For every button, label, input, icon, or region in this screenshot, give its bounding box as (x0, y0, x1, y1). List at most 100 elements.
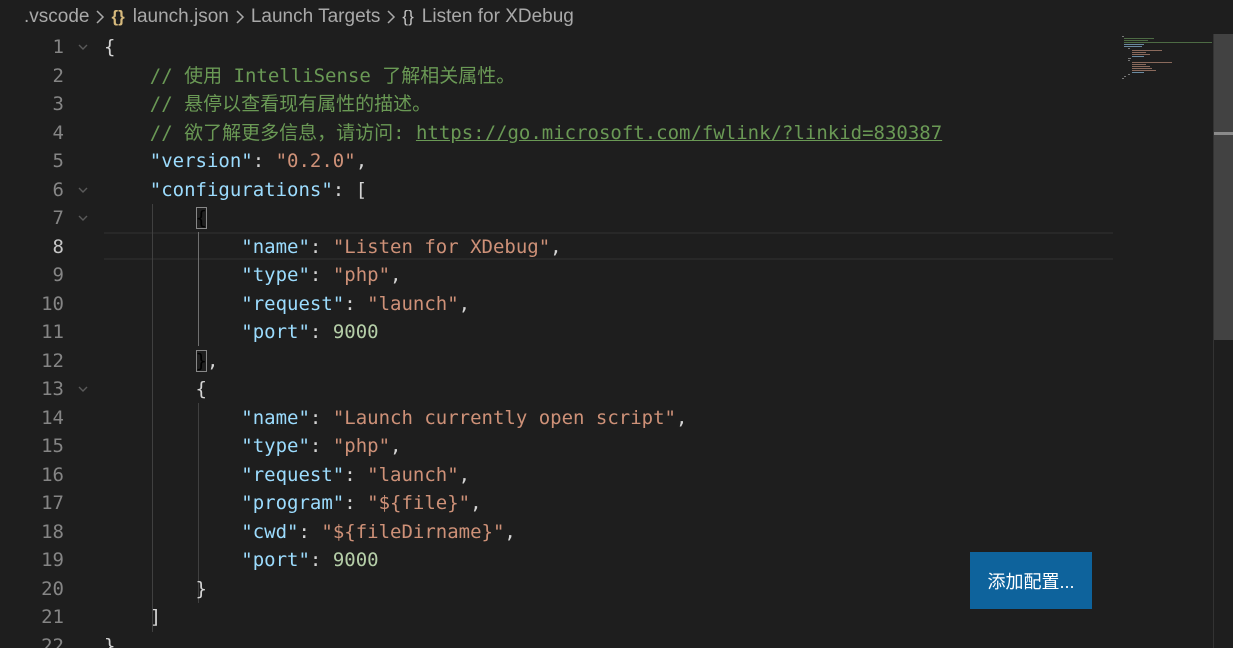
scrollbar-cursor-marker (1214, 132, 1233, 135)
code-text: }, (104, 347, 218, 376)
code-token: "0.2.0" (275, 150, 356, 172)
code-line[interactable]: 6 "configurations": [ (0, 176, 1113, 205)
code-line[interactable]: 4 // 欲了解更多信息，请访问: https://go.microsoft.c… (0, 119, 1113, 148)
code-line[interactable]: 17 "program": "${file}", (0, 489, 1113, 518)
breadcrumb-folder-label: .vscode (24, 6, 90, 27)
chevron-down-icon[interactable] (78, 42, 88, 52)
code-line[interactable]: 9 "type": "php", (0, 261, 1113, 290)
code-token: , (470, 492, 482, 514)
line-number: 18 (41, 520, 64, 543)
chevron-right-icon (386, 10, 396, 24)
code-token: : (309, 235, 333, 258)
code-line[interactable]: 19 "port": 9000 (0, 546, 1113, 575)
code-line[interactable]: 21 ] (0, 603, 1113, 632)
code-token: , (355, 150, 368, 172)
line-number: 17 (41, 492, 64, 514)
line-number: 7 (52, 207, 64, 229)
code-text: // 欲了解更多信息，请访问: https://go.microsoft.com… (104, 119, 942, 148)
code-text: } (104, 575, 207, 604)
code-line[interactable]: 1{ (0, 34, 1113, 62)
code-token: : (252, 150, 276, 172)
code-token: "Listen for XDebug" (332, 235, 551, 258)
chevron-down-icon[interactable] (78, 185, 88, 195)
line-number: 10 (41, 292, 64, 315)
breadcrumb-symbol-current[interactable]: {} Listen for XDebug (402, 6, 573, 28)
line-number: 11 (41, 321, 64, 343)
code-text: { (104, 204, 207, 233)
code-token: , (390, 264, 402, 286)
code-token: "launch" (367, 463, 459, 486)
code-line[interactable]: 14 "name": "Launch currently open script… (0, 404, 1113, 433)
line-number: 15 (41, 435, 64, 457)
add-configuration-button[interactable]: 添加配置... (970, 552, 1092, 609)
code-line[interactable]: 7 { (0, 204, 1113, 233)
code-token: , (458, 463, 471, 486)
code-text: "type": "php", (104, 432, 401, 461)
breadcrumb-folder[interactable]: .vscode (24, 6, 89, 28)
code-token: : (309, 264, 333, 286)
code-line[interactable]: 2 // 使用 IntelliSense 了解相关属性。 (0, 62, 1113, 91)
code-line[interactable]: 18 "cwd": "${fileDirname}", (0, 518, 1113, 547)
scrollbar-thumb[interactable] (1214, 34, 1233, 340)
code-line[interactable]: 8 "name": "Listen for XDebug", (0, 233, 1113, 262)
code-line[interactable]: 11 "port": 9000 (0, 318, 1113, 347)
breadcrumb-symbol-parent[interactable]: Launch Targets (251, 6, 381, 28)
code-text: "request": "launch", (104, 290, 470, 319)
code-token: // 使用 IntelliSense 了解相关属性。 (104, 64, 516, 87)
code-token: "launch" (367, 292, 459, 315)
code-token: } (104, 634, 116, 648)
code-token: : (344, 463, 368, 486)
breadcrumb-file[interactable]: {} launch.json (111, 6, 228, 28)
breadcrumb-symbol-current-label: Listen for XDebug (421, 6, 574, 27)
vertical-scrollbar[interactable] (1213, 34, 1233, 648)
code-line[interactable]: 15 "type": "php", (0, 432, 1113, 461)
chevron-right-icon (95, 10, 105, 24)
code-token: : (344, 492, 368, 514)
line-number: 6 (52, 178, 64, 201)
line-number: 9 (52, 264, 64, 286)
code-token: , (390, 435, 402, 457)
code-line[interactable]: 22} (0, 632, 1113, 648)
line-number: 12 (41, 349, 64, 372)
json-braces-icon: {} (111, 7, 125, 26)
line-number: 3 (52, 93, 64, 115)
minimap[interactable] (1118, 34, 1213, 84)
code-token: "program" (241, 492, 345, 514)
code-line[interactable]: 10 "request": "launch", (0, 290, 1113, 319)
code-token: // 欲了解更多信息，请访问: (104, 121, 416, 144)
code-line[interactable]: 20 } (0, 575, 1113, 604)
code-line[interactable]: 13 { (0, 375, 1113, 404)
code-token: : (309, 549, 333, 571)
line-number: 20 (41, 577, 64, 600)
code-text: "name": "Launch currently open script", (104, 404, 687, 433)
code-text: "version": "0.2.0", (104, 147, 367, 176)
code-token: 9000 (332, 321, 379, 343)
code-line[interactable]: 3 // 悬停以查看现有属性的描述。 (0, 90, 1113, 119)
code-token: "${fileDirname}" (321, 520, 505, 543)
line-number: 1 (52, 36, 64, 58)
code-text: "configurations": [ (104, 176, 367, 205)
code-token: , (550, 235, 562, 258)
code-line[interactable]: 12 }, (0, 347, 1113, 376)
code-line[interactable]: 5 "version": "0.2.0", (0, 147, 1113, 176)
chevron-down-icon[interactable] (78, 213, 88, 223)
code-line[interactable]: 16 "request": "launch", (0, 461, 1113, 490)
chevron-down-icon[interactable] (78, 384, 88, 394)
code-token: : (309, 406, 333, 429)
code-token: "cwd" (241, 520, 299, 543)
code-text: ] (104, 603, 161, 632)
code-token: "request" (241, 463, 345, 486)
code-token: , (206, 349, 219, 372)
code-link[interactable]: https://go.microsoft.com/fwlink/?linkid=… (416, 122, 942, 144)
code-token: "php" (332, 435, 391, 457)
